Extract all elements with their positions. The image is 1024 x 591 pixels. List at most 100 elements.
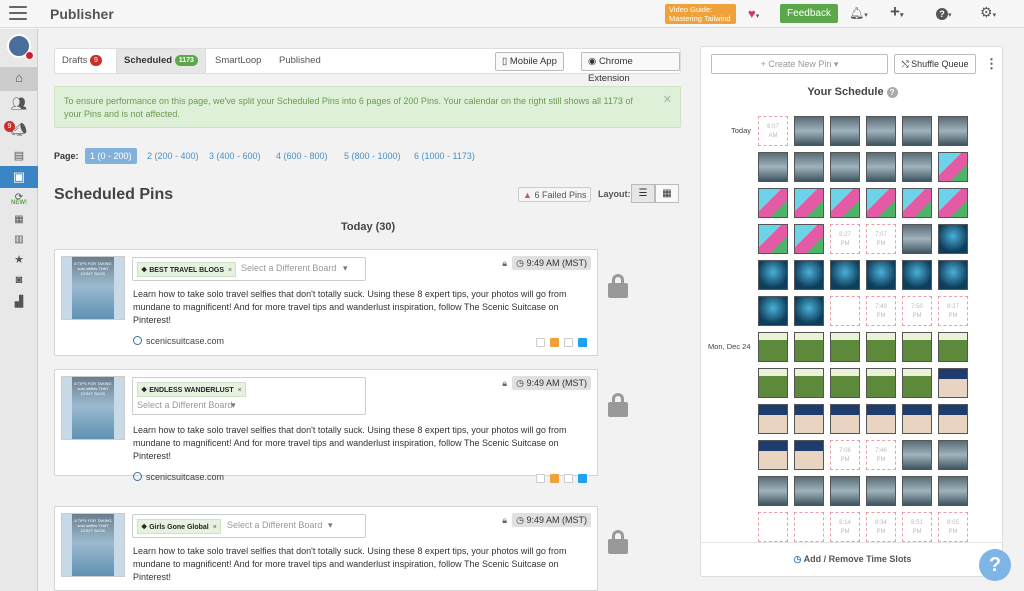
empty-time-slot[interactable]: 8:34 PM (866, 512, 896, 542)
scheduled-pin-thumbnail[interactable] (758, 224, 788, 254)
scheduled-pin-thumbnail[interactable] (866, 404, 896, 434)
failed-pins-button[interactable]: ▲ 6 Failed Pins (518, 187, 592, 202)
create-new-pin-button[interactable]: + Create New Pin ▾ (711, 54, 888, 74)
tumblr-icon[interactable] (550, 338, 559, 347)
pin-time[interactable]: ◷ 9:49 AM (MST) (512, 513, 591, 527)
checkbox-icon[interactable] (564, 474, 573, 483)
scheduled-pin-thumbnail[interactable] (866, 476, 896, 506)
scheduled-pin-thumbnail[interactable] (758, 152, 788, 182)
home-icon[interactable]: ⌂ (0, 67, 38, 91)
scheduled-pin-thumbnail[interactable] (938, 224, 968, 254)
empty-time-slot[interactable]: 7:49 PM (866, 296, 896, 326)
pin-thumbnail[interactable]: 8 TIPS FOR TAKING solo selfies THAT DON'… (61, 513, 125, 577)
chevron-down-icon[interactable]: ▾ (343, 263, 348, 274)
scheduled-pin-thumbnail[interactable] (866, 368, 896, 398)
empty-time-slot[interactable]: 8:51 PM (902, 512, 932, 542)
scheduled-pin-thumbnail[interactable] (902, 116, 932, 146)
page-1-link[interactable]: 1 (0 - 200) (85, 148, 137, 164)
scheduled-pin-thumbnail[interactable] (830, 476, 860, 506)
scheduled-pin-thumbnail[interactable] (758, 188, 788, 218)
page-5-link[interactable]: 5 (800 - 1000) (344, 148, 401, 164)
scheduled-pin-thumbnail[interactable] (758, 404, 788, 434)
video-guide-button[interactable]: Video Guide: Mastering Tailwind (665, 4, 736, 24)
scheduled-pin-thumbnail[interactable] (938, 368, 968, 398)
checkbox-icon[interactable] (536, 474, 545, 483)
board-selector[interactable]: ❖ BEST TRAVEL BLOGS × Select a Different … (132, 257, 366, 281)
empty-time-slot[interactable] (758, 512, 788, 542)
tumblr-icon[interactable] (550, 474, 559, 483)
help-circle-icon[interactable]: ? (886, 87, 898, 98)
scheduled-pin-thumbnail[interactable] (794, 296, 824, 326)
grid-layout-icon[interactable]: ▦ (655, 184, 679, 203)
pin-description[interactable]: Learn how to take solo travel selfies th… (133, 288, 573, 327)
star-icon[interactable]: ★ (0, 249, 38, 271)
list-layout-icon[interactable]: ☰ (631, 184, 655, 203)
scheduled-pin-thumbnail[interactable] (830, 368, 860, 398)
lock-icon[interactable] (608, 274, 628, 298)
users-icon[interactable]: 👥︎ (0, 93, 38, 115)
page-3-link[interactable]: 3 (400 - 600) (209, 148, 261, 164)
empty-time-slot[interactable] (794, 512, 824, 542)
scheduled-pin-thumbnail[interactable] (938, 476, 968, 506)
scheduled-pin-thumbnail[interactable] (866, 152, 896, 182)
heart-icon[interactable]: ♥▾ (748, 6, 759, 21)
scheduled-pin-thumbnail[interactable] (902, 368, 932, 398)
feedback-button[interactable]: Feedback (780, 4, 838, 23)
scheduled-pin-thumbnail[interactable] (830, 152, 860, 182)
scheduled-pin-thumbnail[interactable] (758, 332, 788, 362)
board-selector[interactable]: ❖ Girls Gone Global × Select a Different … (132, 514, 366, 538)
board-placeholder[interactable]: Select a Different Board (137, 400, 232, 410)
scheduled-pin-thumbnail[interactable] (794, 332, 824, 362)
pin-description[interactable]: Learn how to take solo travel selfies th… (133, 545, 573, 584)
page-6-link[interactable]: 6 (1000 - 1173) (414, 148, 475, 164)
chevron-down-icon[interactable]: ▾ (328, 520, 333, 531)
board-placeholder[interactable]: Select a Different Board (241, 263, 336, 273)
scheduled-pin-thumbnail[interactable] (866, 116, 896, 146)
twitter-icon[interactable] (578, 474, 587, 483)
scheduled-pin-thumbnail[interactable] (794, 260, 824, 290)
pin-thumbnail[interactable]: 8 TIPS FOR TAKING solo selfies THAT DON'… (61, 256, 125, 320)
scheduled-pin-thumbnail[interactable] (758, 368, 788, 398)
mobile-app-button[interactable]: ▯ Mobile App (495, 52, 564, 71)
pin-time[interactable]: ◷ 9:49 AM (MST) (512, 256, 591, 270)
chevron-down-icon[interactable]: ▾ (231, 400, 236, 411)
scheduled-pin-thumbnail[interactable] (830, 116, 860, 146)
scheduled-pin-thumbnail[interactable] (938, 260, 968, 290)
calendar-icon[interactable]: ▥ (0, 229, 38, 251)
scheduled-pin-thumbnail[interactable] (794, 224, 824, 254)
scheduled-pin-thumbnail[interactable] (830, 332, 860, 362)
scheduled-pin-thumbnail[interactable] (902, 404, 932, 434)
scheduled-pin-thumbnail[interactable] (938, 116, 968, 146)
empty-time-slot[interactable]: 7:46 PM (866, 440, 896, 470)
tab-drafts[interactable]: Drafts 9 (55, 49, 109, 73)
scheduled-pin-thumbnail[interactable] (902, 188, 932, 218)
more-options-icon[interactable]: ⋮ (985, 56, 998, 72)
pin-thumbnail[interactable]: 8 TIPS FOR TAKING solo selfies THAT DON'… (61, 376, 125, 440)
scheduled-pin-thumbnail[interactable] (794, 116, 824, 146)
lock-icon[interactable] (608, 393, 628, 417)
pin-description[interactable]: Learn how to take solo travel selfies th… (133, 424, 573, 463)
scheduled-pin-thumbnail[interactable] (938, 152, 968, 182)
scheduled-pin-thumbnail[interactable] (938, 440, 968, 470)
publisher-icon[interactable]: ▣ (0, 166, 38, 188)
remove-board-icon[interactable]: × (213, 524, 217, 531)
hamburger-menu-icon[interactable] (9, 6, 27, 22)
analytics-icon[interactable]: ▦ (0, 209, 38, 231)
empty-time-slot[interactable]: 8:14 PM (830, 512, 860, 542)
scheduled-pin-thumbnail[interactable] (758, 296, 788, 326)
bar-chart-icon[interactable]: ▟ (0, 291, 38, 313)
scheduled-pin-thumbnail[interactable] (866, 332, 896, 362)
empty-time-slot[interactable] (830, 296, 860, 326)
checkbox-icon[interactable] (564, 338, 573, 347)
remove-board-icon[interactable]: × (228, 267, 232, 274)
empty-time-slot[interactable]: 7:50 PM (902, 296, 932, 326)
add-remove-time-slots-button[interactable]: ◷ Add / Remove Time Slots (701, 554, 1002, 565)
scheduled-pin-thumbnail[interactable] (758, 476, 788, 506)
empty-time-slot[interactable]: 8:05 PM (938, 512, 968, 542)
scheduled-pin-thumbnail[interactable] (938, 188, 968, 218)
plus-icon[interactable]: +▾ (890, 2, 903, 22)
scheduled-pin-thumbnail[interactable] (938, 332, 968, 362)
page-2-link[interactable]: 2 (200 - 400) (147, 148, 199, 164)
pin-time[interactable]: ◷ 9:49 AM (MST) (512, 376, 591, 390)
scheduled-pin-thumbnail[interactable] (794, 476, 824, 506)
